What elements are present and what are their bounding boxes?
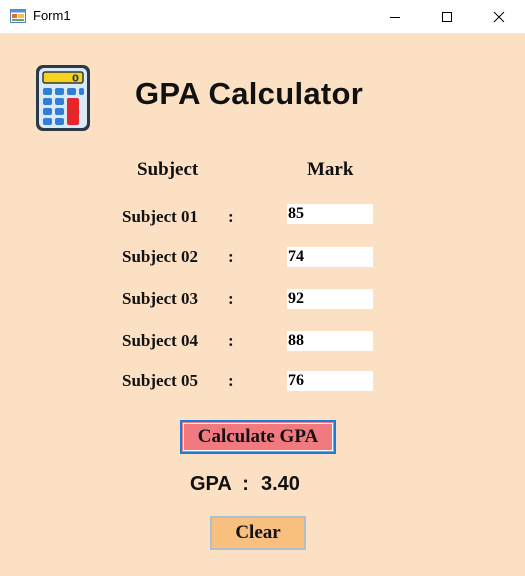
title-bar[interactable]: Form1 (0, 0, 525, 33)
calculator-icon: 0 (36, 65, 90, 131)
subject-04-mark-input[interactable] (287, 331, 373, 351)
calculator-display-digit: 0 (72, 74, 79, 85)
minimize-icon (390, 16, 400, 18)
subject-02-colon: : (228, 247, 234, 266)
close-icon (493, 11, 505, 22)
subject-02-mark-input[interactable] (287, 247, 373, 267)
subject-column-header: Subject (137, 159, 199, 180)
gpa-value: 3.40 (261, 473, 300, 495)
subject-05-colon: : (228, 371, 234, 390)
page-title: GPA Calculator (135, 76, 364, 111)
form-window: Form1 0 GPA Calculator Subject Mark Subj… (0, 0, 525, 576)
window-title: Form1 (33, 8, 71, 23)
gpa-label: GPA : (190, 473, 249, 495)
form-client-area: 0 GPA Calculator Subject Mark Subject 01… (0, 33, 525, 576)
subject-03-colon: : (228, 289, 234, 308)
winforms-app-icon (10, 9, 26, 23)
close-button[interactable] (476, 0, 522, 33)
subject-05-mark-input[interactable] (287, 371, 373, 391)
subject-05-label: Subject 05 (122, 371, 199, 390)
subject-01-mark-input[interactable] (287, 204, 373, 224)
subject-03-label: Subject 03 (122, 289, 199, 308)
subject-04-label: Subject 04 (122, 331, 199, 350)
subject-01-label: Subject 01 (122, 207, 199, 226)
clear-button[interactable]: Clear (210, 516, 306, 550)
subject-01-colon: : (228, 207, 234, 226)
calculate-gpa-button[interactable]: Calculate GPA (180, 420, 336, 454)
minimize-button[interactable] (372, 0, 418, 33)
subject-04-colon: : (228, 331, 234, 350)
maximize-button[interactable] (424, 0, 470, 33)
subject-03-mark-input[interactable] (287, 289, 373, 309)
subject-02-label: Subject 02 (122, 247, 199, 266)
mark-column-header: Mark (307, 159, 354, 180)
maximize-icon (442, 11, 452, 22)
